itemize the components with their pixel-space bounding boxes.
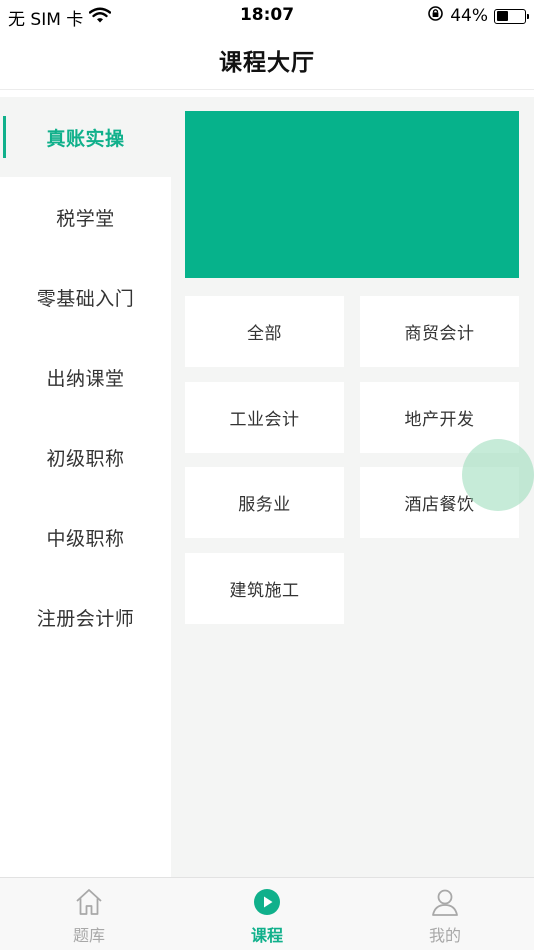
sidebar-item-label: 税学堂 <box>56 207 115 230</box>
category-label: 建筑施工 <box>229 581 300 601</box>
sidebar-item-zhuce[interactable]: 注册会计师 <box>0 577 171 657</box>
sidebar-item-lingjichu[interactable]: 零基础入门 <box>0 257 171 337</box>
floating-assistive-button[interactable] <box>462 439 534 511</box>
user-icon <box>429 886 461 918</box>
battery-percent: 44% <box>450 6 488 26</box>
category-trade-accounting[interactable]: 商贸会计 <box>360 296 519 367</box>
sidebar-item-zhongji[interactable]: 中级职称 <box>0 497 171 577</box>
active-indicator <box>3 116 6 158</box>
category-label: 酒店餐饮 <box>404 495 475 515</box>
sidebar-item-label: 注册会计师 <box>36 607 135 630</box>
category-service[interactable]: 服务业 <box>185 467 344 538</box>
sidebar-item-label: 中级职称 <box>46 527 125 550</box>
sidebar-item-chuji[interactable]: 初级职称 <box>0 417 171 497</box>
battery-icon <box>494 8 529 24</box>
sidebar-item-shuixuetang[interactable]: 税学堂 <box>0 177 171 257</box>
sidebar-item-zhenzhang[interactable]: 真账实操 <box>0 97 171 177</box>
category-industrial-accounting[interactable]: 工业会计 <box>185 382 344 453</box>
category-label: 地产开发 <box>404 410 475 430</box>
category-label: 商贸会计 <box>404 324 475 344</box>
tab-label: 题库 <box>72 926 105 945</box>
tab-label: 我的 <box>428 926 461 945</box>
play-circle-icon <box>251 886 283 918</box>
category-label: 工业会计 <box>229 410 300 430</box>
sidebar-item-label: 零基础入门 <box>36 287 135 310</box>
tab-question-bank[interactable]: 题库 <box>0 878 178 950</box>
tab-profile[interactable]: 我的 <box>356 878 534 950</box>
nav-bar: 课程大厅 <box>0 30 534 90</box>
category-all[interactable]: 全部 <box>185 296 344 367</box>
category-sidebar: 真账实操 税学堂 零基础入门 出纳课堂 初级职称 中级职称 注册会计师 <box>0 97 171 877</box>
category-label: 全部 <box>247 324 282 344</box>
sidebar-item-label: 初级职称 <box>46 447 125 470</box>
status-bar: 无 SIM 卡 18:07 44% <box>0 0 534 30</box>
tab-label: 课程 <box>250 926 283 945</box>
sidebar-item-chuna[interactable]: 出纳课堂 <box>0 337 171 417</box>
category-label: 服务业 <box>238 495 291 515</box>
page-title: 课程大厅 <box>219 49 315 76</box>
main-content: 全部 商贸会计 工业会计 地产开发 服务业 酒店餐饮 建筑施工 <box>171 97 534 877</box>
banner-image[interactable] <box>185 111 519 278</box>
tab-bar: 题库 课程 我的 <box>0 877 534 950</box>
sidebar-item-label: 出纳课堂 <box>46 367 125 390</box>
home-icon <box>73 886 105 918</box>
sidebar-item-label: 真账实操 <box>46 127 125 150</box>
battery-level <box>496 11 509 21</box>
tab-courses[interactable]: 课程 <box>178 878 356 950</box>
rotation-lock-icon <box>427 5 444 27</box>
category-construction[interactable]: 建筑施工 <box>185 553 344 624</box>
status-right: 44% <box>427 5 529 27</box>
